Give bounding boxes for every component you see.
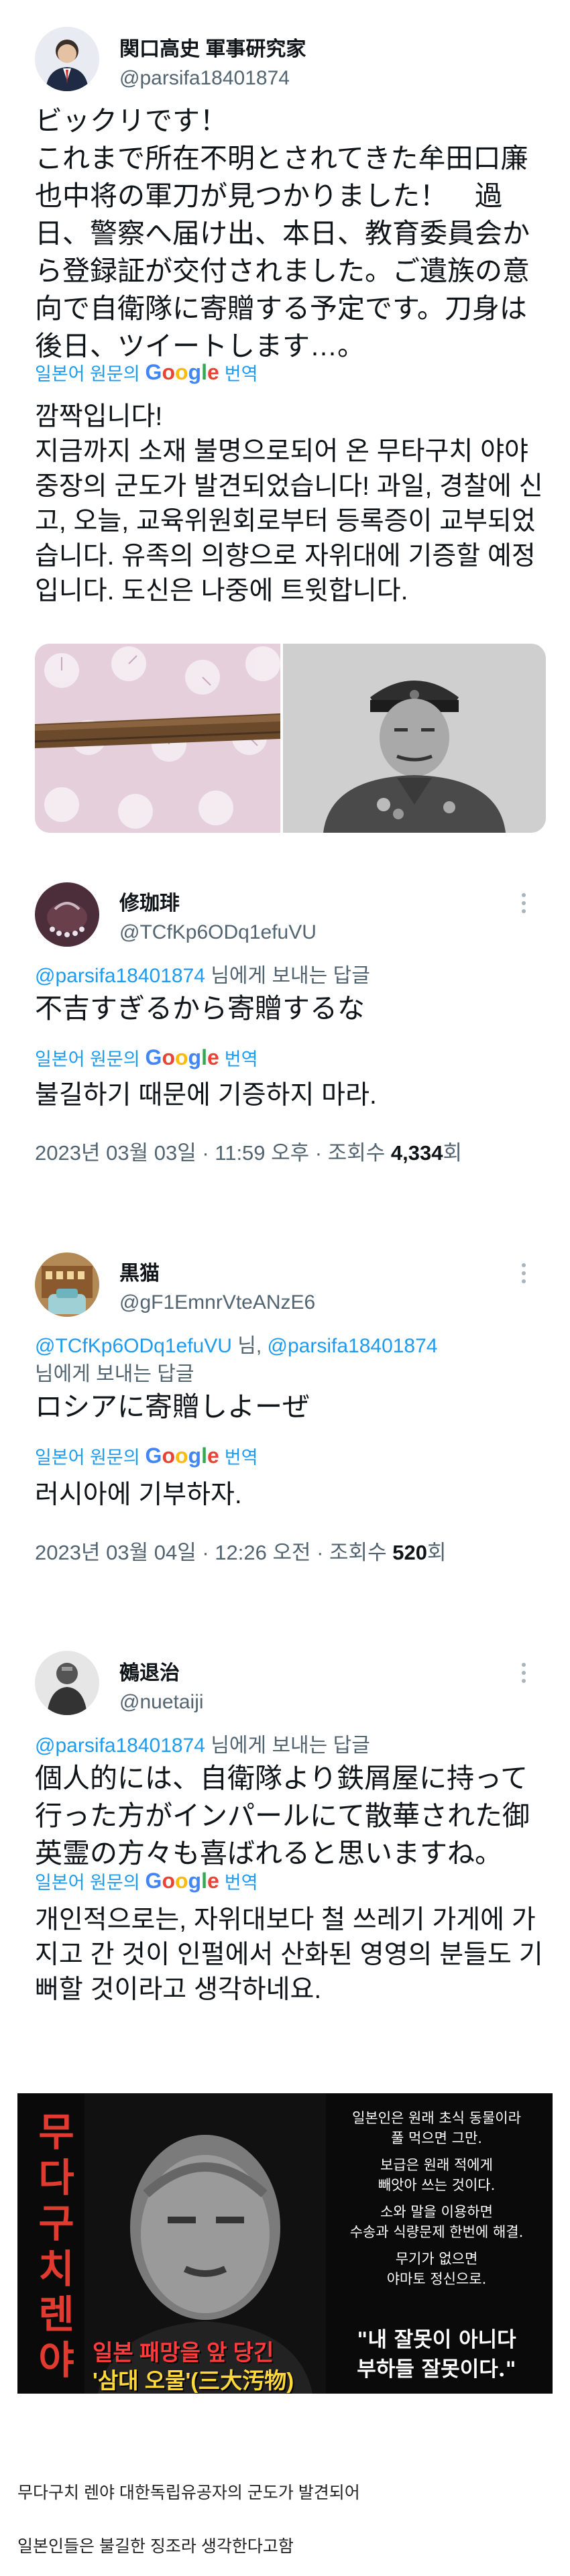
- avatar-figure-icon: [35, 1651, 99, 1715]
- reply1-translate-link[interactable]: 일본어 원문의 Google 번역: [35, 1045, 258, 1071]
- meme-image: 무 다 구 치 렌 야 일본 패망을 앞 당긴 '삼대 오물'(三大汚物) 일본…: [17, 2093, 553, 2394]
- reply3-avatar[interactable]: [35, 1651, 99, 1715]
- google-logo: Google: [145, 1869, 219, 1893]
- more-options-icon[interactable]: [522, 1263, 526, 1287]
- google-logo: Google: [145, 360, 219, 384]
- reply1-view-count: 4,334: [390, 1141, 443, 1165]
- reply3-text-jp: 個人的には、自衛隊より鉄屑屋に持って行った方がインパールにて散華された御英霊の方…: [35, 1763, 530, 1869]
- reply-tweet-1: 修珈琲 @TCfKp6ODq1efuVU @parsifa18401874 님에…: [0, 869, 570, 1184]
- reply2-text-kr: 러시아에 기부하자.: [35, 1480, 242, 1509]
- reply2-text-jp: ロシアに寄贈しよーぜ: [35, 1391, 310, 1422]
- more-options-icon[interactable]: [522, 893, 526, 917]
- reply2-timestamp-views: 2023년 03월 04일 · 12:26 오전 · 조회수 520회: [35, 1541, 447, 1564]
- author-avatar[interactable]: [35, 27, 99, 91]
- reply3-translate-link[interactable]: 일본어 원문의 Google 번역: [35, 1868, 258, 1894]
- reply2-avatar[interactable]: [35, 1252, 99, 1317]
- google-logo: Google: [145, 1045, 219, 1069]
- reply1-handle[interactable]: @TCfKp6ODq1efuVU: [119, 921, 317, 944]
- reply1-author-name[interactable]: 修珈琲: [119, 886, 180, 916]
- sword-photo: [35, 644, 280, 833]
- meme-caption-line2: '삼대 오물'(三大汚物): [93, 2368, 294, 2393]
- reply1-replying-to: @parsifa18401874 님에게 보내는 답글: [35, 965, 370, 987]
- author-handle[interactable]: @parsifa18401874: [119, 67, 290, 90]
- avatar-building-icon: [35, 1252, 99, 1317]
- translate-link[interactable]: 일본어 원문의 Google 번역: [35, 359, 258, 386]
- reply3-text-kr: 개인적으로는, 자위대보다 철 쓰레기 가게에 가지고 간 것이 인펄에서 산화…: [35, 1906, 543, 2004]
- officer-portrait-photo: [283, 644, 546, 833]
- reply3-author-name[interactable]: 鵺退治: [119, 1656, 180, 1686]
- caption-line-1: 무다구치 렌야 대한독립유공자의 군도가 발견되어: [17, 2483, 360, 2502]
- meme-quote: "내 잘못이 아니다 부하들 잘못이다.": [357, 2328, 516, 2382]
- meme-caption-line1: 일본 패망을 앞 당긴: [93, 2340, 274, 2365]
- avatar-coffee-icon: [35, 882, 99, 947]
- avatar-portrait-icon: [35, 27, 99, 91]
- tweet-media-portrait[interactable]: [283, 644, 546, 833]
- google-logo: Google: [145, 1444, 219, 1468]
- reply3-handle[interactable]: @nuetaiji: [119, 1691, 204, 1714]
- meme-quote-block: 일본인은 원래 초식 동물이라 풀 먹으면 그만. 보급은 원래 적에게 빼앗아…: [349, 2110, 524, 2287]
- tweet-text-jp: ビックリです！ これまで所在不明とされてきた牟田口廉也中将の軍刀が見つかりました…: [35, 105, 530, 361]
- main-tweet: 関口高史 軍事研究家 @parsifa18401874 ビックリです！ これまで…: [0, 0, 570, 838]
- reply2-translate-link[interactable]: 일본어 원문의 Google 번역: [35, 1443, 258, 1469]
- tweet-media-sword[interactable]: [35, 644, 280, 833]
- reply-tweet-3: 鵺退治 @nuetaiji @parsifa18401874 님에게 보내는 답…: [0, 1636, 570, 2052]
- reply1-text-jp: 不吉すぎるから寄贈するな: [35, 993, 365, 1024]
- caption-line-2: 일본인들은 불길한 징조라 생각한다고함: [17, 2537, 294, 2556]
- more-options-icon[interactable]: [522, 1663, 526, 1687]
- reply3-replying-to: @parsifa18401874 님에게 보내는 답글: [35, 1735, 370, 1757]
- reply2-mention-link-2[interactable]: @parsifa18401874: [268, 1335, 438, 1357]
- reply2-replying-to: @TCfKp6ODq1efuVU 님, @parsifa18401874: [35, 1335, 438, 1357]
- reply2-author-name[interactable]: 黒猫: [119, 1256, 160, 1286]
- reply1-timestamp-views: 2023년 03월 03일 · 11:59 오후 · 조회수 4,334회: [35, 1141, 463, 1165]
- reply1-avatar[interactable]: [35, 882, 99, 947]
- reply1-mention-link[interactable]: @parsifa18401874: [35, 965, 205, 987]
- reply2-view-count: 520: [392, 1541, 427, 1564]
- reply2-mention-link-1[interactable]: @TCfKp6ODq1efuVU: [35, 1335, 232, 1357]
- page: 関口高史 軍事研究家 @parsifa18401874 ビックリです！ これまで…: [0, 0, 570, 2576]
- tweet-text-kr: 깜짝입니다! 지금까지 소재 불명으로되어 온 무타구치 야야 중장의 군도가 …: [35, 402, 543, 605]
- author-name[interactable]: 関口高史 軍事研究家: [119, 32, 306, 62]
- reply2-handle[interactable]: @gF1EmnrVteANzE6: [119, 1291, 315, 1314]
- meme-vertical-name: 무 다 구 치 렌 야: [38, 2111, 74, 2382]
- reply1-text-kr: 불길하기 때문에 기증하지 마라.: [35, 1081, 377, 1110]
- reply-tweet-2: 黒猫 @gF1EmnrVteANzE6 @TCfKp6ODq1efuVU 님, …: [0, 1239, 570, 1588]
- reply2-replying-to-line2: 님에게 보내는 답글: [35, 1363, 194, 1385]
- reply3-mention-link[interactable]: @parsifa18401874: [35, 1735, 205, 1757]
